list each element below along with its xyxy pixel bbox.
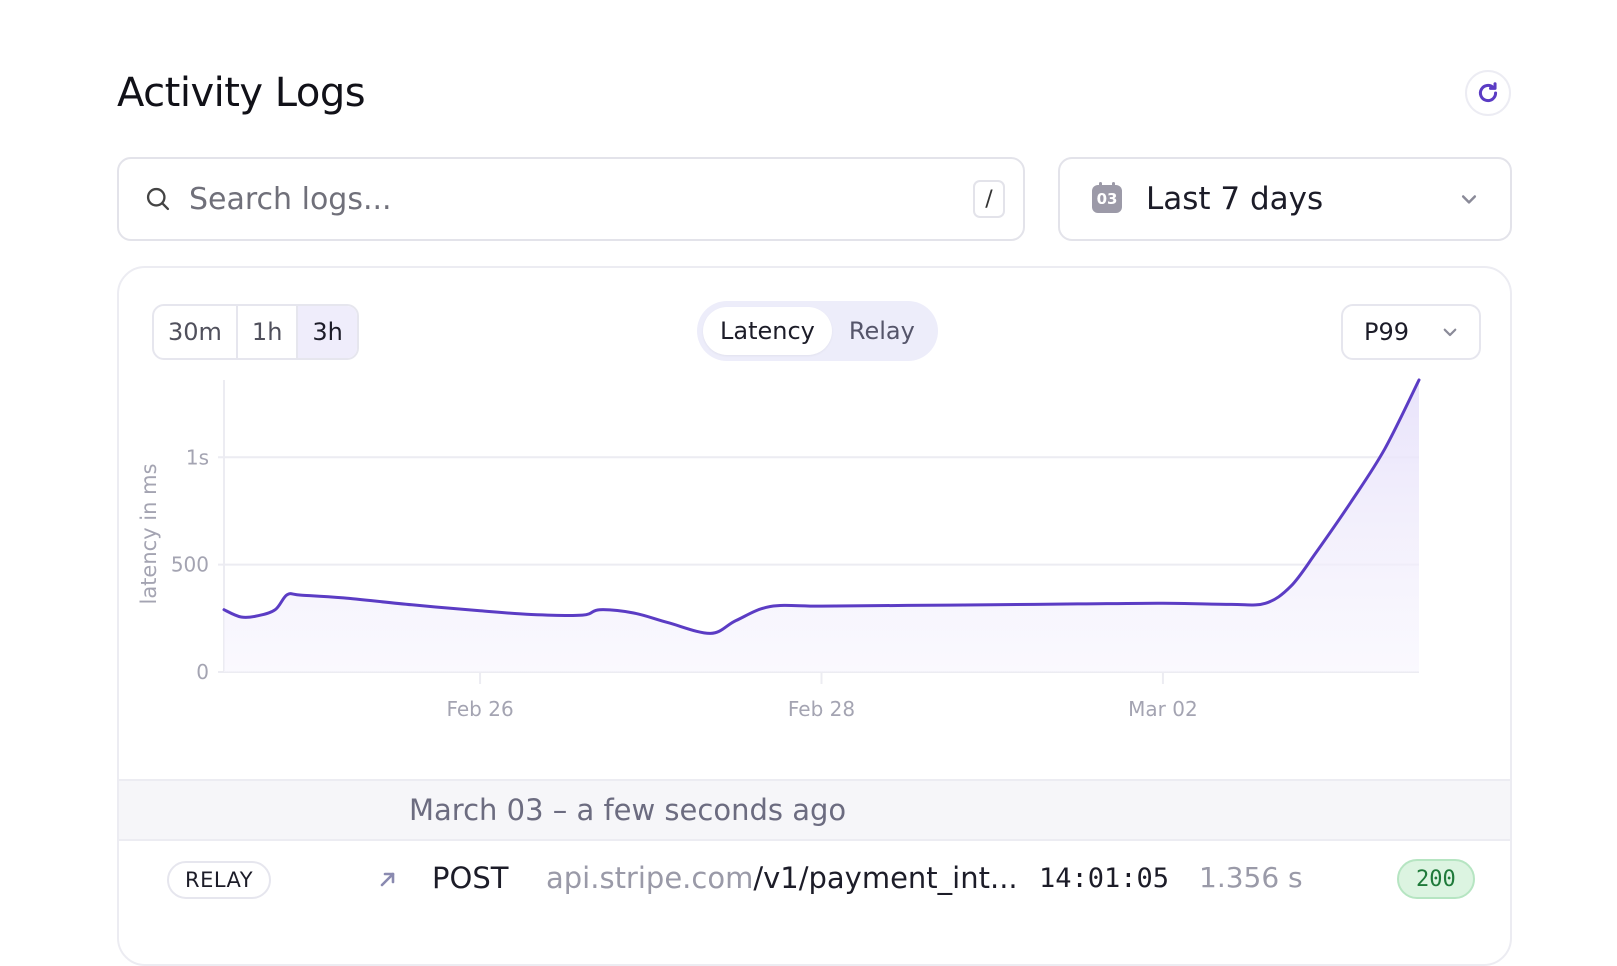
calendar-icon: 03 [1092,182,1122,213]
log-row[interactable]: RELAY POST api.stripe.com/v1/payment_int… [119,841,1510,921]
refresh-icon [1478,82,1498,103]
search-icon [143,184,173,214]
activity-card: 30m 1h 3h Latency Relay P99 0 500 1s Feb 26… [117,266,1512,966]
y-tick-label: 0 [196,660,209,684]
x-tick-label: Mar 02 [1128,697,1198,721]
y-tick-label: 1s [186,445,209,469]
day-group-label: March 03 – a few seconds ago [409,793,847,827]
search-box[interactable]: / [117,157,1025,241]
log-url-host: api.stripe.com [546,861,754,895]
y-tick-label: 500 [171,553,209,577]
log-type-badge: RELAY [167,861,272,899]
x-tick-label: Feb 28 [788,697,855,721]
log-method: POST [432,861,509,895]
refresh-button[interactable] [1465,70,1511,116]
latency-chart: 0 500 1s Feb 26 Feb 28 Mar 02 latency in ms [137,378,1421,721]
log-duration: 1.356 s [1199,861,1303,894]
chevron-down-icon [1458,188,1480,210]
status-badge: 200 [1397,859,1475,899]
log-url: api.stripe.com/v1/payment_int... [546,861,1018,895]
x-tick-label: Feb 26 [446,697,513,721]
latency-area [224,380,1419,672]
latency-line [222,378,1421,635]
log-url-path: /v1/payment_int... [753,861,1018,895]
day-group-header: March 03 – a few seconds ago [119,779,1510,841]
date-range-label: Last 7 days [1146,181,1324,217]
search-input[interactable] [187,180,973,218]
y-axis-label: latency in ms [137,463,161,604]
search-shortcut-key: / [973,180,1005,218]
date-range-select[interactable]: 03 Last 7 days [1058,157,1512,241]
log-time: 14:01:05 [1039,863,1170,894]
page-title: Activity Logs [117,70,366,116]
arrow-up-right-icon [380,872,395,887]
